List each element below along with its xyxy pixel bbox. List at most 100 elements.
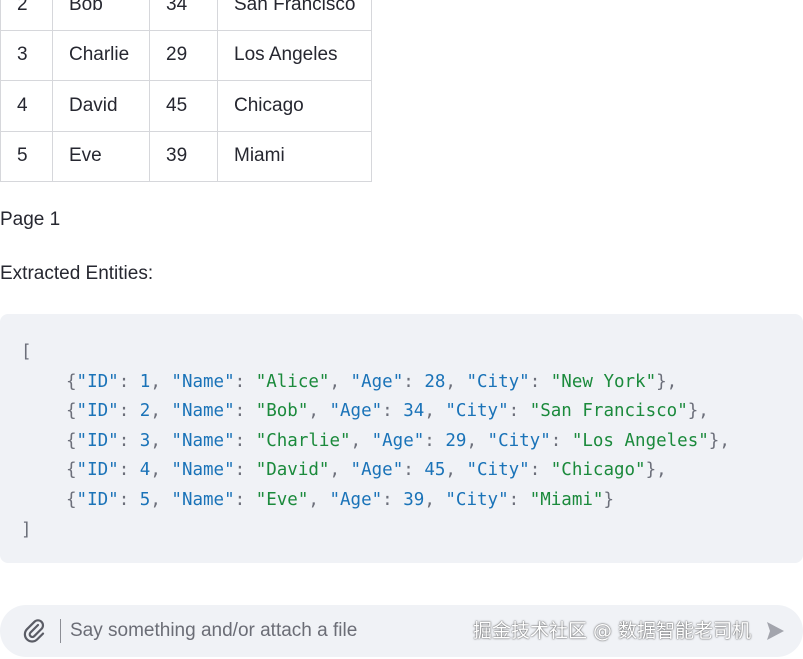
json-punctuation: , [350,430,372,451]
code-close-bracket: ] [21,519,32,540]
json-punctuation: , [150,460,172,481]
json-punctuation: , [308,401,330,422]
json-punctuation: : [118,401,140,422]
json-punctuation: }, [687,401,709,422]
cell-city: Miami [217,130,372,182]
json-punctuation: : [508,401,530,422]
json-punctuation: , [150,371,172,392]
json-key: "ID" [76,460,119,481]
input-divider [60,619,61,643]
json-punctuation: : [529,460,551,481]
json-key: "Age" [371,430,425,451]
json-key: "City" [487,430,551,451]
json-punctuation: : [118,371,140,392]
cell-age: 39 [149,130,218,182]
json-key: "City" [466,460,530,481]
json-key: "Age" [329,489,383,510]
table-body: 2 Bob 34 San Francisco 3 Charlie 29 Los Angeles… [0,0,372,182]
json-punctuation: , [329,371,351,392]
json-number: 29 [445,430,467,451]
json-key: "Age" [350,371,404,392]
page-label: Page 1 [0,209,61,230]
json-punctuation: { [66,430,77,451]
data-table: 2 Bob 34 San Francisco 3 Charlie 29 Los Angeles… [0,0,372,182]
json-punctuation: { [66,401,77,422]
code-open-bracket: [ [21,342,32,362]
json-key: "City" [445,489,509,510]
json-number: 1 [139,371,151,392]
json-punctuation: }, [656,371,678,392]
cell-name: Bob [52,0,150,31]
cell-id: 3 [0,29,53,81]
json-punctuation: : [234,430,256,451]
json-number: 28 [424,371,446,392]
send-icon[interactable] [764,619,786,643]
json-key: "City" [445,401,509,422]
json-key: "Name" [171,371,235,392]
json-key: "Age" [329,401,383,422]
cell-id: 2 [0,0,53,31]
json-key: "City" [466,371,530,392]
cell-city: San Francisco [217,0,372,31]
json-number: 4 [139,460,151,481]
json-key: "Name" [171,460,235,481]
json-string: "Alice" [255,371,330,392]
json-punctuation: : [382,489,404,510]
json-code-block: [ {"ID": 1, "Name": "Alice", "Age": 28, … [0,314,803,563]
json-string: "Los Angeles" [571,430,709,451]
table-row: 4 David 45 Chicago [0,80,372,132]
json-key: "Age" [350,460,404,481]
json-punctuation: : [234,401,256,422]
code-line: {"ID": 3, "Name": "Charlie", "Age": 29, … [21,427,803,457]
json-string: "Charlie" [255,430,351,451]
json-string: "Bob" [255,401,309,422]
entities-label: Extracted Entities: [0,263,154,284]
json-number: 45 [424,460,446,481]
json-key: "ID" [76,489,119,510]
json-string: "Eve" [255,489,309,510]
json-punctuation: : [118,460,140,481]
cell-name: David [52,80,150,132]
json-punctuation: : [508,489,530,510]
cell-age: 29 [149,29,218,81]
json-punctuation: , [150,489,172,510]
cell-age: 45 [149,80,218,132]
json-key: "Name" [171,401,235,422]
json-number: 39 [403,489,425,510]
cell-id: 4 [0,80,53,132]
json-punctuation: : [234,460,256,481]
json-punctuation: , [308,489,330,510]
json-string: "New York" [550,371,657,392]
json-punctuation: : [529,371,551,392]
json-punctuation: : [234,489,256,510]
json-punctuation: { [66,489,77,510]
json-punctuation: , [150,401,172,422]
table-row: 2 Bob 34 San Francisco [0,0,372,31]
table-row: 3 Charlie 29 Los Angeles [0,29,372,81]
json-punctuation: { [66,460,77,481]
json-punctuation: , [329,460,351,481]
table-row: 5 Eve 39 Miami [0,130,372,182]
cell-age: 34 [149,0,218,31]
page: 2 Bob 34 San Francisco 3 Charlie 29 Los Angeles… [0,0,803,659]
paperclip-icon[interactable] [22,618,46,644]
json-number: 5 [139,489,151,510]
json-number: 34 [403,401,425,422]
cell-id: 5 [0,130,53,182]
code-line: {"ID": 1, "Name": "Alice", "Age": 28, "C… [21,368,803,398]
json-string: "San Francisco" [529,401,688,422]
json-punctuation: }, [708,430,730,451]
json-key: "ID" [76,430,119,451]
json-punctuation: , [150,430,172,451]
json-string: "Miami" [529,489,604,510]
cell-name: Eve [52,130,150,182]
json-punctuation: , [424,401,446,422]
json-punctuation: }, [645,460,667,481]
json-key: "Name" [171,430,235,451]
json-string: "Chicago" [550,460,646,481]
json-number: 2 [139,401,151,422]
cell-name: Charlie [52,29,150,81]
json-punctuation: : [234,371,256,392]
json-key: "ID" [76,401,119,422]
json-number: 3 [139,430,151,451]
